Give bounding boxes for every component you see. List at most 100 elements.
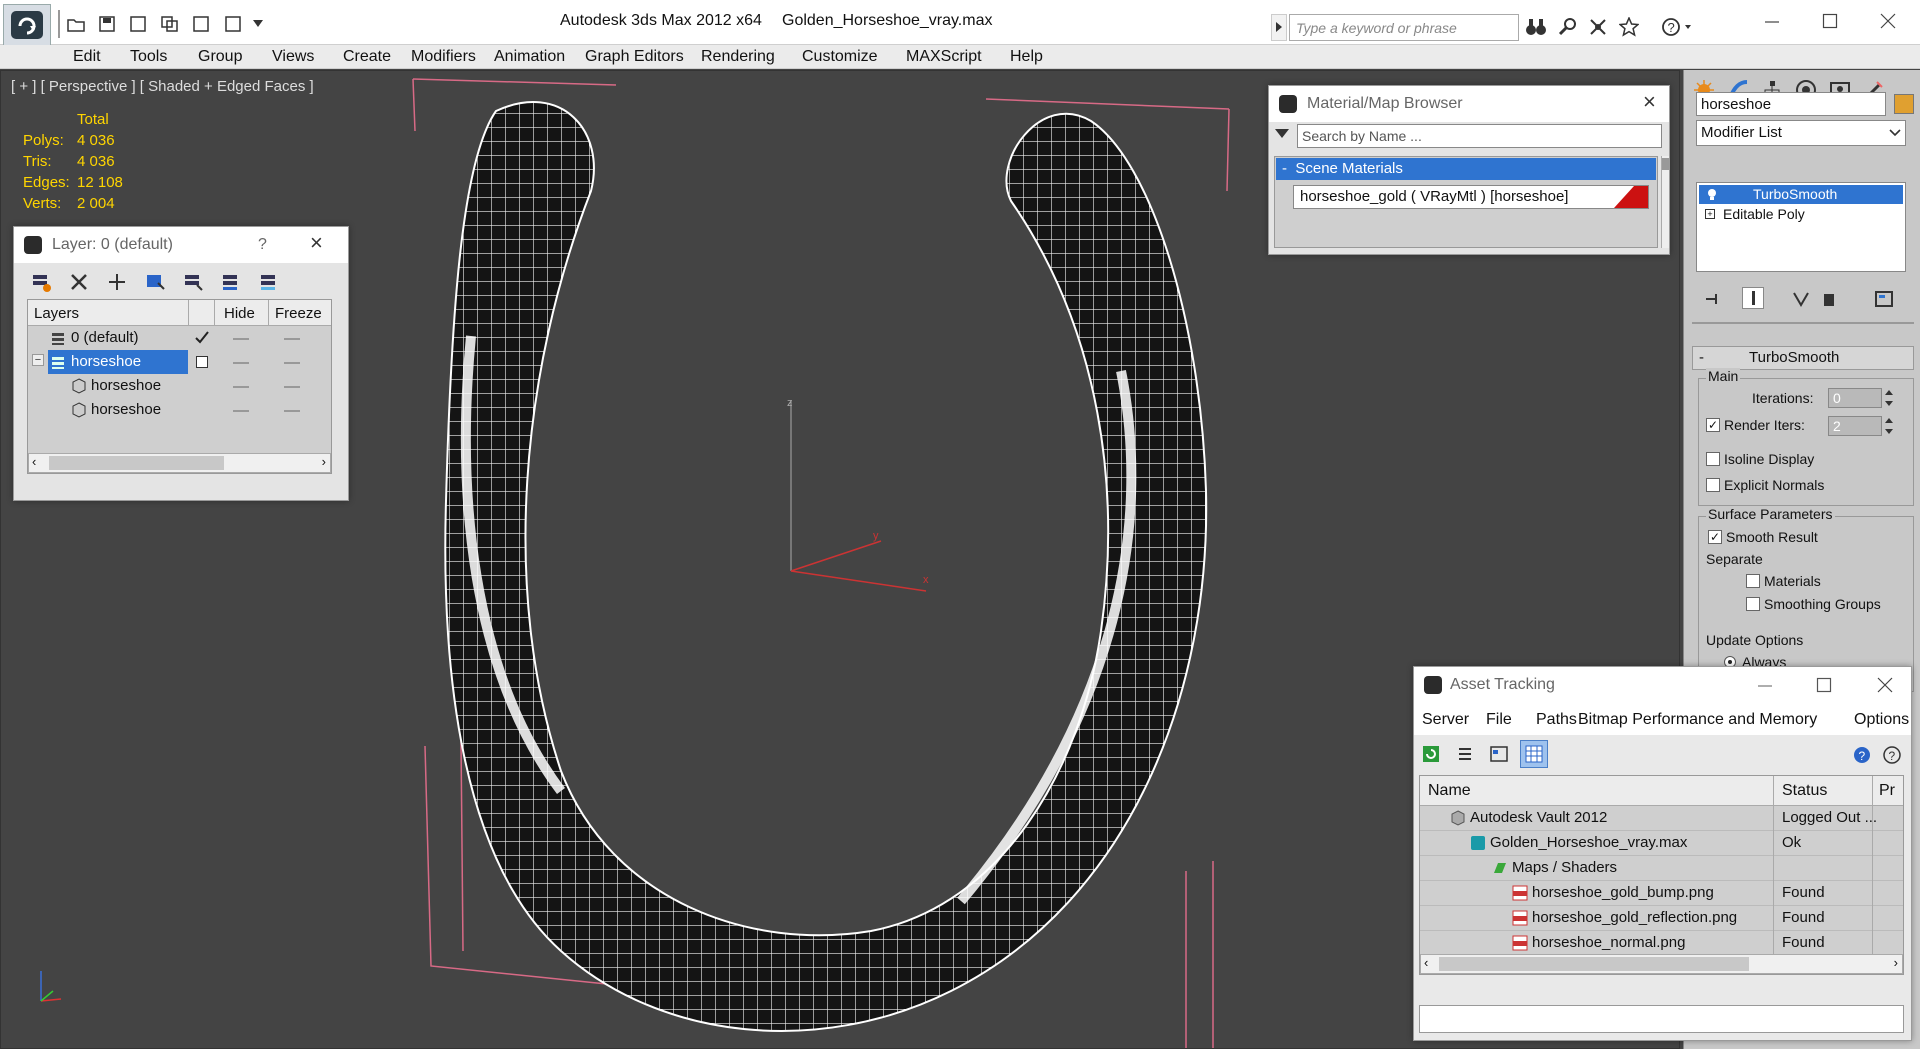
- menu-edit[interactable]: Edit: [73, 48, 101, 66]
- close-icon[interactable]: ×: [310, 230, 323, 256]
- material-browser-titlebar[interactable]: Material/Map Browser ×: [1269, 86, 1669, 122]
- freeze-toggle[interactable]: [284, 362, 300, 364]
- column-status[interactable]: Status: [1782, 782, 1827, 800]
- render-iters-checkbox[interactable]: ✓: [1706, 418, 1720, 432]
- minimize-window-button[interactable]: [1757, 680, 1773, 692]
- menu-animation[interactable]: Animation: [494, 48, 565, 66]
- current-layer-check-icon[interactable]: [194, 330, 210, 346]
- minimize-window-button[interactable]: [1752, 8, 1792, 34]
- menu-help[interactable]: Help: [1010, 48, 1043, 66]
- menu-tools[interactable]: Tools: [130, 48, 167, 66]
- close-window-button[interactable]: [1868, 8, 1908, 34]
- separate-materials-checkbox[interactable]: [1746, 574, 1760, 588]
- search-expand-arrow[interactable]: [1271, 14, 1287, 41]
- layer-panel-titlebar[interactable]: Layer: 0 (default) ? ×: [14, 227, 348, 263]
- maximize-window-button[interactable]: [1810, 8, 1850, 34]
- layer-object-row[interactable]: horseshoe: [28, 398, 333, 422]
- binoculars-icon[interactable]: [1523, 14, 1549, 40]
- select-objects-in-layer-icon[interactable]: [144, 271, 166, 293]
- iterations-spinner[interactable]: 0: [1828, 388, 1882, 408]
- menu-views[interactable]: Views: [272, 48, 314, 66]
- layers-horizontal-scrollbar[interactable]: ‹ ›: [28, 453, 331, 473]
- hide-toggle[interactable]: [233, 386, 249, 388]
- render-iters-spinner[interactable]: 2: [1828, 416, 1882, 436]
- help-context-icon[interactable]: ?: [1882, 745, 1902, 765]
- menu-create[interactable]: Create: [343, 48, 391, 66]
- stack-item-editable-poly[interactable]: + Editable Poly: [1699, 205, 1903, 224]
- layer-help-button[interactable]: ?: [258, 236, 267, 254]
- freeze-toggle[interactable]: [284, 338, 300, 340]
- material-list-scrollbar[interactable]: [1661, 156, 1669, 248]
- menu-paths[interactable]: Paths: [1536, 711, 1577, 729]
- satellite-icon[interactable]: [1585, 14, 1611, 40]
- asset-row[interactable]: horseshoe_normal.png Found: [1420, 931, 1903, 956]
- scrollbar-thumb[interactable]: [1662, 158, 1669, 170]
- make-unique-icon[interactable]: [1792, 290, 1810, 308]
- rollout-collapse-toggle[interactable]: -: [1699, 349, 1704, 366]
- scene-materials-group[interactable]: - Scene Materials: [1276, 158, 1656, 180]
- maximize-window-button[interactable]: [1816, 677, 1832, 693]
- hide-toggle[interactable]: [233, 410, 249, 412]
- object-name-field[interactable]: horseshoe: [1696, 92, 1886, 116]
- asset-path-field[interactable]: [1419, 1005, 1904, 1033]
- collapse-toggle-icon[interactable]: −: [32, 354, 44, 366]
- lightbulb-icon[interactable]: [1705, 187, 1719, 201]
- menu-bitmap-performance[interactable]: Bitmap Performance and Memory: [1578, 711, 1817, 729]
- list-view-icon[interactable]: [1456, 745, 1474, 763]
- object-color-swatch[interactable]: [1894, 94, 1914, 114]
- asset-row[interactable]: horseshoe_gold_reflection.png Found: [1420, 906, 1903, 931]
- asset-row[interactable]: Maps / Shaders: [1420, 856, 1903, 881]
- menu-server[interactable]: Server: [1422, 711, 1469, 729]
- spinner-arrows-icon[interactable]: [1884, 388, 1894, 408]
- stack-item-turbosmooth[interactable]: TurboSmooth: [1699, 185, 1903, 204]
- menu-modifiers[interactable]: Modifiers: [411, 48, 476, 66]
- column-proxy[interactable]: Pr: [1879, 782, 1895, 800]
- material-search-input[interactable]: Search by Name ...: [1297, 124, 1662, 148]
- configure-modifier-sets-icon[interactable]: [1874, 290, 1894, 308]
- undo-icon[interactable]: [128, 14, 148, 34]
- refresh-icon[interactable]: [1422, 745, 1440, 763]
- pin-stack-icon[interactable]: [1704, 290, 1722, 308]
- redo-icon[interactable]: [160, 14, 180, 34]
- smooth-result-checkbox[interactable]: ✓: [1708, 530, 1722, 544]
- highlight-layer-icon[interactable]: [182, 271, 204, 293]
- add-to-layer-icon[interactable]: [106, 271, 128, 293]
- menu-rendering[interactable]: Rendering: [701, 48, 775, 66]
- scroll-right-icon[interactable]: ›: [322, 454, 326, 469]
- asset-row[interactable]: horseshoe_gold_bump.png Found: [1420, 881, 1903, 906]
- create-layer-icon[interactable]: [30, 271, 52, 293]
- menu-group[interactable]: Group: [198, 48, 242, 66]
- asset-row[interactable]: Golden_Horseshoe_vray.max Ok: [1420, 831, 1903, 856]
- close-icon[interactable]: ×: [1643, 89, 1656, 115]
- help-icon[interactable]: ?: [1852, 745, 1872, 765]
- modifier-list-dropdown[interactable]: Modifier List: [1696, 120, 1906, 146]
- asset-row[interactable]: Autodesk Vault 2012 Logged Out ...: [1420, 806, 1903, 831]
- spinner-arrows-icon[interactable]: [1884, 416, 1894, 436]
- infocenter-search-input[interactable]: Type a keyword or phrase: [1289, 14, 1519, 41]
- open-file-icon[interactable]: [66, 14, 86, 34]
- menu-options[interactable]: Options: [1854, 711, 1909, 729]
- isoline-display-checkbox[interactable]: [1706, 452, 1720, 466]
- freeze-toggle[interactable]: [284, 386, 300, 388]
- column-layers[interactable]: Layers: [34, 305, 79, 322]
- table-view-toggle[interactable]: [1520, 740, 1548, 768]
- set-current-layer-checkbox[interactable]: [196, 356, 208, 368]
- browser-options-dropdown-icon[interactable]: [1275, 129, 1291, 141]
- favorites-star-icon[interactable]: [1616, 14, 1642, 40]
- app-menu-button[interactable]: [3, 4, 51, 46]
- quick-access-dropdown-icon[interactable]: [248, 14, 268, 34]
- hide-toggle[interactable]: [233, 338, 249, 340]
- hold-icon[interactable]: [191, 14, 211, 34]
- column-freeze[interactable]: Freeze: [275, 305, 322, 322]
- help-icon[interactable]: ?: [1660, 14, 1694, 40]
- menu-customize[interactable]: Customize: [802, 48, 878, 66]
- asset-tracking-titlebar[interactable]: Asset Tracking: [1414, 667, 1911, 705]
- layer-row-default[interactable]: 0 (default): [28, 326, 333, 350]
- remove-modifier-icon[interactable]: [1820, 290, 1838, 308]
- menu-file[interactable]: File: [1486, 711, 1512, 729]
- scroll-left-icon[interactable]: ‹: [1424, 955, 1428, 970]
- explicit-normals-checkbox[interactable]: [1706, 478, 1720, 492]
- layer-object-row[interactable]: horseshoe: [28, 374, 333, 398]
- thumbnail-view-icon[interactable]: [1490, 745, 1508, 763]
- hide-unhide-all-icon[interactable]: [220, 271, 242, 293]
